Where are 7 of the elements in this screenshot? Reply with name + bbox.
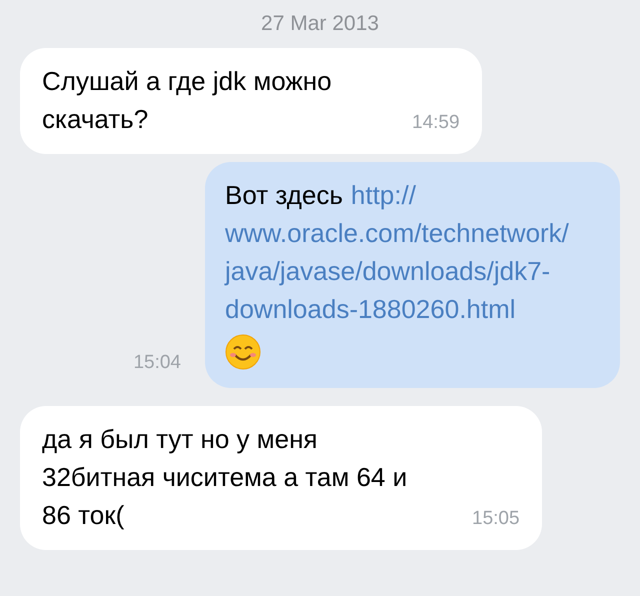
date-label: 27 Mar 2013 [260,12,380,36]
message-text: Слушай а где jdk можно скачать? [42,65,333,136]
message-time: 15:05 [472,508,520,530]
message-text: Вот здесь http://www.oracle.com/technetwork/java/javase/downloads/jdk7-downloads-1880260.html [225,179,570,326]
message-time: 14:59 [412,112,460,134]
message-time: 15:04 [133,352,181,374]
message-text: да я был тут но у меня 32битная чиситема а там 64 и 86 ток( [42,423,408,532]
